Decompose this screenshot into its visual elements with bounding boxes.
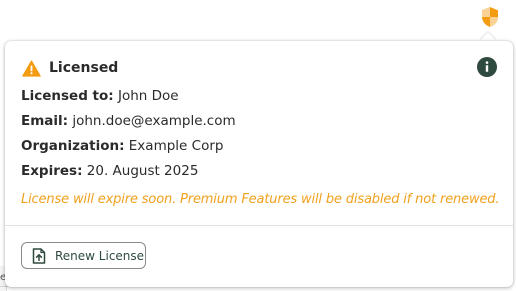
expires-value: 20. August 2025 [86,163,199,179]
upload-file-icon [32,247,46,264]
info-icon[interactable] [477,57,497,77]
warning-triangle-icon [22,59,41,77]
organization-label: Organization: [21,138,125,154]
expires-row: Expires: 20. August 2025 [21,163,198,180]
renew-license-label: Renew License [55,248,145,263]
email-label: Email: [21,113,69,129]
renew-license-button[interactable]: Renew License [21,242,146,269]
licensed-to-label: Licensed to: [21,88,114,104]
licensed-to-row: Licensed to: John Doe [21,88,179,105]
license-status-title: Licensed [49,60,119,76]
email-value: john.doe@example.com [72,113,236,129]
license-shield-icon[interactable] [479,5,501,29]
expiry-warning: License will expire soon. Premium Featur… [21,192,500,207]
license-header: Licensed [22,58,118,78]
popover-divider [5,225,513,226]
licensed-to-value: John Doe [117,88,179,104]
organization-value: Example Corp [128,138,224,154]
license-popover: Licensed Licensed to: John Doe Email: jo… [5,41,513,287]
email-row: Email: john.doe@example.com [21,113,236,130]
organization-row: Organization: Example Corp [21,138,223,155]
expires-label: Expires: [21,163,83,179]
